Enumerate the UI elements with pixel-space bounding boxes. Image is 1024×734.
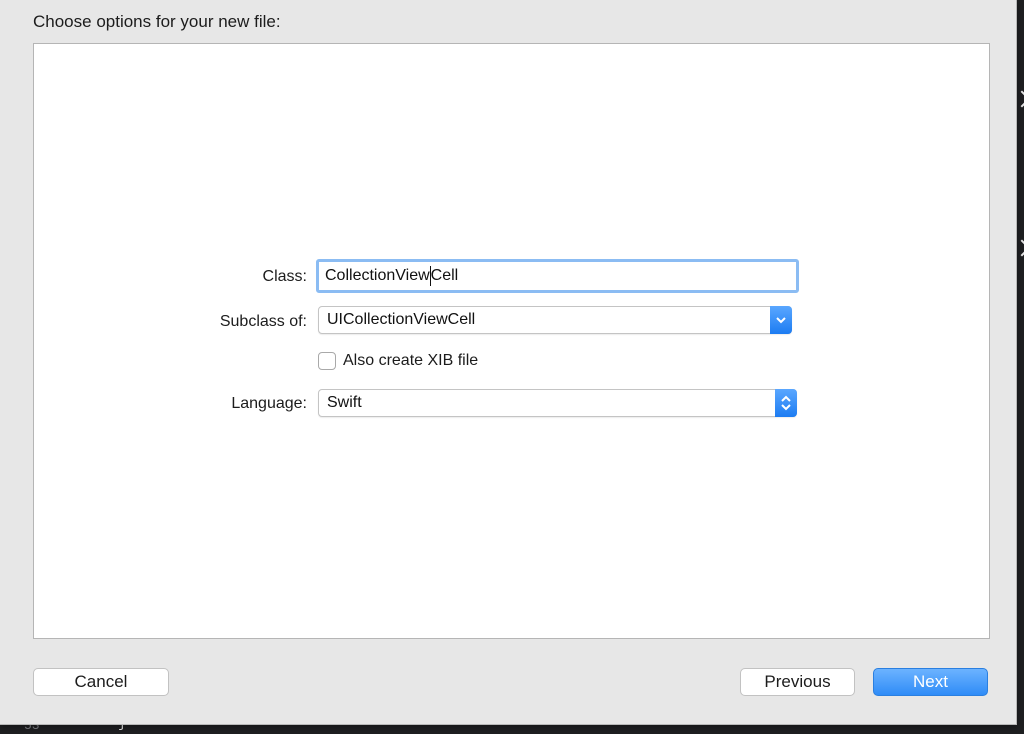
class-name-input[interactable]: CollectionView Cell — [316, 259, 799, 293]
cancel-button[interactable]: Cancel — [33, 668, 169, 696]
class-label: Class: — [262, 268, 307, 285]
language-label: Language: — [231, 395, 307, 412]
also-create-xib-checkbox[interactable] — [318, 352, 336, 370]
class-name-text-before-caret: CollectionView — [325, 267, 430, 284]
sheet-title: Choose options for your new file: — [33, 12, 281, 31]
subclass-combobox[interactable]: UICollectionViewCell — [318, 306, 792, 334]
class-name-text-after-caret: Cell — [430, 267, 459, 284]
subclass-value: UICollectionViewCell — [327, 311, 476, 328]
new-file-options-sheet: Choose options for your new file: Class:… — [0, 0, 1017, 725]
options-panel — [33, 43, 990, 639]
previous-button[interactable]: Previous — [740, 668, 855, 696]
language-popup[interactable]: Swift — [318, 389, 797, 417]
language-value: Swift — [327, 394, 362, 411]
chevron-down-icon[interactable] — [770, 306, 792, 334]
up-down-chevron-icon[interactable] — [775, 389, 797, 417]
subclass-label: Subclass of: — [219, 313, 307, 330]
also-create-xib-label[interactable]: Also create XIB file — [343, 352, 478, 370]
next-button[interactable]: Next — [873, 668, 988, 696]
